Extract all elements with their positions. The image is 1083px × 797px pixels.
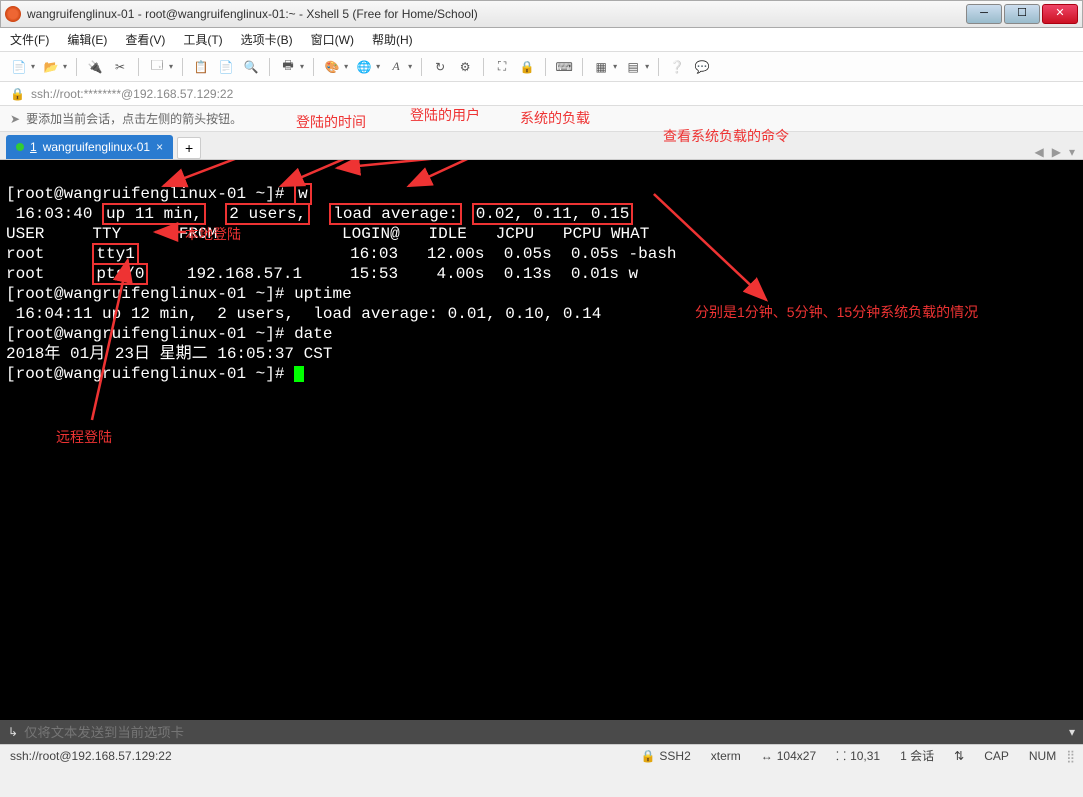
annotation-load-explain: 分别是1分钟、5分钟、15分钟系统负载的情况	[695, 302, 978, 322]
send-icon[interactable]: ↳	[8, 725, 18, 739]
properties-button[interactable]: 🗔	[146, 56, 168, 78]
disconnect-button[interactable]: ✂	[109, 56, 131, 78]
titlebar: wangruifenglinux-01 - root@wangruifengli…	[0, 0, 1083, 28]
send-bar: ↳ ▾	[0, 720, 1083, 744]
find-button[interactable]: 🔍	[240, 56, 262, 78]
annotation-arrows	[0, 160, 1083, 720]
status-num: NUM	[1029, 749, 1056, 763]
annotation-remote-login: 远程登陆	[56, 427, 112, 447]
terminal-line: 16:03:40 up 11 min, 2 users, load averag…	[6, 203, 633, 225]
hint-arrow-icon[interactable]: ➤	[10, 112, 20, 126]
address-text[interactable]: ssh://root:********@192.168.57.129:22	[31, 87, 233, 101]
keyboard-button[interactable]: ⌨	[553, 56, 575, 78]
globe-button[interactable]: 🌐	[353, 56, 375, 78]
copy-button[interactable]: 📋	[190, 56, 212, 78]
tile-button[interactable]: ▦	[590, 56, 612, 78]
resize-grip-icon[interactable]: ⣿	[1066, 749, 1073, 763]
hint-bar: ➤ 要添加当前会话，点击左侧的箭头按钮。	[0, 106, 1083, 132]
tab-index: 1	[30, 140, 37, 154]
terminal-line: 16:04:11 up 12 min, 2 users, load averag…	[6, 305, 601, 323]
font-button[interactable]: A	[385, 56, 407, 78]
terminal[interactable]: [root@wangruifenglinux-01 ~]# w 16:03:40…	[0, 160, 1083, 720]
send-dropdown-icon[interactable]: ▾	[1069, 725, 1075, 739]
menu-file[interactable]: 文件(F)	[10, 31, 49, 48]
new-session-button[interactable]: 📄	[8, 56, 30, 78]
tab-next-icon[interactable]: ▶	[1052, 145, 1061, 159]
cursor	[294, 366, 304, 382]
tab-label: wangruifenglinux-01	[43, 140, 150, 154]
tab-list-icon[interactable]: ▾	[1069, 145, 1075, 159]
status-cap: CAP	[984, 749, 1009, 763]
terminal-line: [root@wangruifenglinux-01 ~]# w	[6, 183, 312, 205]
paste-button[interactable]: 📄	[215, 56, 237, 78]
terminal-line: root tty1 16:03 12.00s 0.05s 0.05s -bash	[6, 243, 677, 265]
tab-session-1[interactable]: 1 wangruifenglinux-01 ×	[6, 135, 173, 159]
tab-status-icon	[16, 143, 24, 151]
lock-button[interactable]: 🔒	[516, 56, 538, 78]
refresh-button[interactable]: ↻	[429, 56, 451, 78]
menubar: 文件(F) 编辑(E) 查看(V) 工具(T) 选项卡(B) 窗口(W) 帮助(…	[0, 28, 1083, 52]
minimize-button[interactable]: ─	[966, 4, 1002, 24]
send-input[interactable]	[24, 725, 1063, 740]
cascade-button[interactable]: ▤	[622, 56, 644, 78]
hint-text: 要添加当前会话，点击左侧的箭头按钮。	[26, 110, 242, 127]
lock-icon: 🔒	[10, 87, 25, 101]
tab-nav: ◀ ▶ ▾	[1035, 145, 1076, 159]
terminal-line: root pts/0 192.168.57.1 15:53 4.00s 0.13…	[6, 263, 638, 285]
status-updown-icon[interactable]: ⇅	[954, 749, 964, 763]
menu-tabs[interactable]: 选项卡(B)	[241, 31, 293, 48]
script-button[interactable]: ⚙	[454, 56, 476, 78]
menu-edit[interactable]: 编辑(E)	[67, 31, 107, 48]
menu-tools[interactable]: 工具(T)	[183, 31, 222, 48]
addressbar: 🔒 ssh://root:********@192.168.57.129:22	[0, 82, 1083, 106]
menu-help[interactable]: 帮助(H)	[372, 31, 413, 48]
toolbar: 📄▾ 📂▾ 🔌 ✂ 🗔▾ 📋 📄 🔍 🖶▾ 🎨▾ 🌐▾ A▾ ↻ ⚙ ⛶ 🔒 ⌨…	[0, 52, 1083, 82]
status-term: xterm	[711, 749, 741, 763]
maximize-button[interactable]: ☐	[1004, 4, 1040, 24]
open-button[interactable]: 📂	[40, 56, 62, 78]
window-title: wangruifenglinux-01 - root@wangruifengli…	[27, 7, 966, 21]
about-button[interactable]: 💬	[691, 56, 713, 78]
help-button[interactable]: ❔	[666, 56, 688, 78]
close-button[interactable]: ✕	[1042, 4, 1078, 24]
terminal-line: USER TTY FROM LOGIN@ IDLE JCPU PCPU WHAT	[6, 225, 649, 243]
menu-window[interactable]: 窗口(W)	[311, 31, 354, 48]
fullscreen-button[interactable]: ⛶	[491, 56, 513, 78]
print-button[interactable]: 🖶	[277, 56, 299, 78]
status-protocol: 🔒 SSH2	[640, 749, 690, 763]
window-controls: ─ ☐ ✕	[966, 4, 1078, 24]
tabbar: 1 wangruifenglinux-01 × + ◀ ▶ ▾	[0, 132, 1083, 160]
tab-close-icon[interactable]: ×	[156, 140, 163, 154]
terminal-line: [root@wangruifenglinux-01 ~]# date	[6, 325, 332, 343]
color-button[interactable]: 🎨	[321, 56, 343, 78]
app-icon	[5, 6, 21, 22]
tab-prev-icon[interactable]: ◀	[1035, 145, 1044, 159]
terminal-line: [root@wangruifenglinux-01 ~]#	[6, 365, 304, 383]
status-size: ↔ 104x27	[761, 749, 816, 763]
terminal-line: 2018年 01月 23日 星期二 16:05:37 CST	[6, 345, 332, 363]
statusbar: ssh://root@192.168.57.129:22 🔒 SSH2 xter…	[0, 744, 1083, 766]
terminal-line: [root@wangruifenglinux-01 ~]# uptime	[6, 285, 352, 303]
menu-view[interactable]: 查看(V)	[125, 31, 165, 48]
reconnect-button[interactable]: 🔌	[84, 56, 106, 78]
new-tab-button[interactable]: +	[177, 137, 201, 159]
status-sessions: 1 会话	[900, 747, 934, 764]
status-ssh-url: ssh://root@192.168.57.129:22	[10, 749, 172, 763]
status-pos: ⸬ 10,31	[836, 747, 880, 764]
